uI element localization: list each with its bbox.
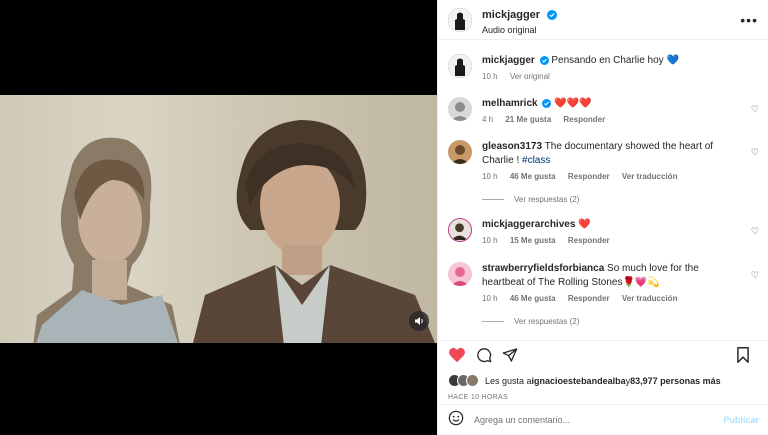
comment-likes[interactable]: 21 Me gusta [505,115,551,124]
comment-icon[interactable] [476,347,492,363]
view-replies-label[interactable]: Ver respuestas (2) [514,195,579,204]
view-replies-button[interactable]: Ver respuestas (2) [482,317,579,326]
caption-time[interactable]: 10 h [482,72,498,81]
volume-icon[interactable] [409,311,429,331]
comment-likes[interactable]: 46 Me gusta [510,172,556,181]
post-panel: mickjagger Audio original ••• mickjagger… [437,0,768,435]
video-player[interactable] [0,95,437,343]
header-username[interactable]: mickjagger [482,9,540,21]
comment-username[interactable]: gleason3173 [482,141,542,152]
comment-time[interactable]: 10 h [482,294,498,303]
comment-text: ❤️ [578,219,591,230]
avatar [466,374,479,387]
comment-username[interactable]: melhamrick [482,98,538,109]
comment-like-icon[interactable]: ♡ [751,270,759,281]
reply-button[interactable]: Responder [568,294,610,303]
comment-likes[interactable]: 46 Me gusta [510,294,556,303]
comment-time[interactable]: 4 h [482,115,493,124]
emoji-icon[interactable] [448,410,464,431]
comment-like-icon[interactable]: ♡ [751,226,759,237]
comment-input[interactable] [474,415,724,425]
comment-likes[interactable]: 15 Me gusta [510,236,556,245]
post-header: mickjagger Audio original ••• [438,0,768,40]
bookmark-icon[interactable] [736,347,750,363]
avatar[interactable] [448,262,472,286]
translate-link[interactable]: Ver traducción [622,294,678,303]
comment-text: ❤️❤️❤️ [554,98,592,109]
comment-username[interactable]: strawberryfieldsforbianca [482,263,604,274]
likes-summary: Les gusta a ignacioestebandealba y 83,97… [448,374,721,387]
view-replies-label[interactable]: Ver respuestas (2) [514,317,579,326]
post-media [0,0,437,435]
divider [482,199,504,200]
verified-icon [546,9,557,20]
reply-button[interactable]: Responder [568,236,610,245]
divider [438,340,768,341]
caption-text: Pensando en Charlie hoy 💙 [551,55,679,66]
see-original-link[interactable]: Ver original [510,72,550,81]
avatar[interactable] [448,218,472,242]
post-caption: mickjagger Pensando en Charlie hoy 💙 10 … [448,54,760,81]
comment-time[interactable]: 10 h [482,172,498,181]
person-left-image [33,137,180,343]
avatar[interactable] [448,54,472,78]
post-time-ago[interactable]: HACE 10 HORAS [448,394,508,401]
comment-item: melhamrick ❤️❤️❤️ 4 h 21 Me gusta Respon… [448,97,760,124]
share-icon[interactable] [502,347,518,363]
action-bar [448,345,760,365]
heart-filled-icon[interactable] [448,347,466,363]
hashtag-link[interactable]: #class [522,155,550,166]
comment-like-icon[interactable]: ♡ [751,104,759,115]
audio-label[interactable]: Audio original [482,25,557,35]
liker-username[interactable]: ignacioestebandealba [532,376,626,386]
likes-prefix: Les gusta a [485,375,532,386]
comment-like-icon[interactable]: ♡ [751,147,759,158]
avatar[interactable] [448,140,472,164]
reply-button[interactable]: Responder [563,115,605,124]
caption-username[interactable]: mickjagger [482,55,535,66]
comment-item: gleason3173 The documentary showed the h… [448,140,760,181]
reply-button[interactable]: Responder [568,172,610,181]
liker-avatars [448,374,479,387]
verified-icon [542,99,552,108]
view-replies-button[interactable]: Ver respuestas (2) [482,195,579,204]
verified-icon [539,56,549,65]
likes-count[interactable]: 83,977 personas más [630,376,721,386]
comment-composer: Publicar [438,404,768,435]
comment-item: strawberryfieldsforbianca So much love f… [448,262,760,303]
person-right-image [193,120,435,343]
comment-time[interactable]: 10 h [482,236,498,245]
avatar[interactable] [448,97,472,121]
comments-list: mickjagger Pensando en Charlie hoy 💙 10 … [438,40,768,340]
more-horizontal-icon[interactable]: ••• [740,12,758,28]
translate-link[interactable]: Ver traducción [622,172,678,181]
avatar[interactable] [448,7,472,32]
comment-item: mickjaggerarchives ❤️ 10 h 15 Me gusta R… [448,218,760,245]
divider [482,321,504,322]
publish-button[interactable]: Publicar [723,415,759,425]
comment-username[interactable]: mickjaggerarchives [482,219,575,230]
